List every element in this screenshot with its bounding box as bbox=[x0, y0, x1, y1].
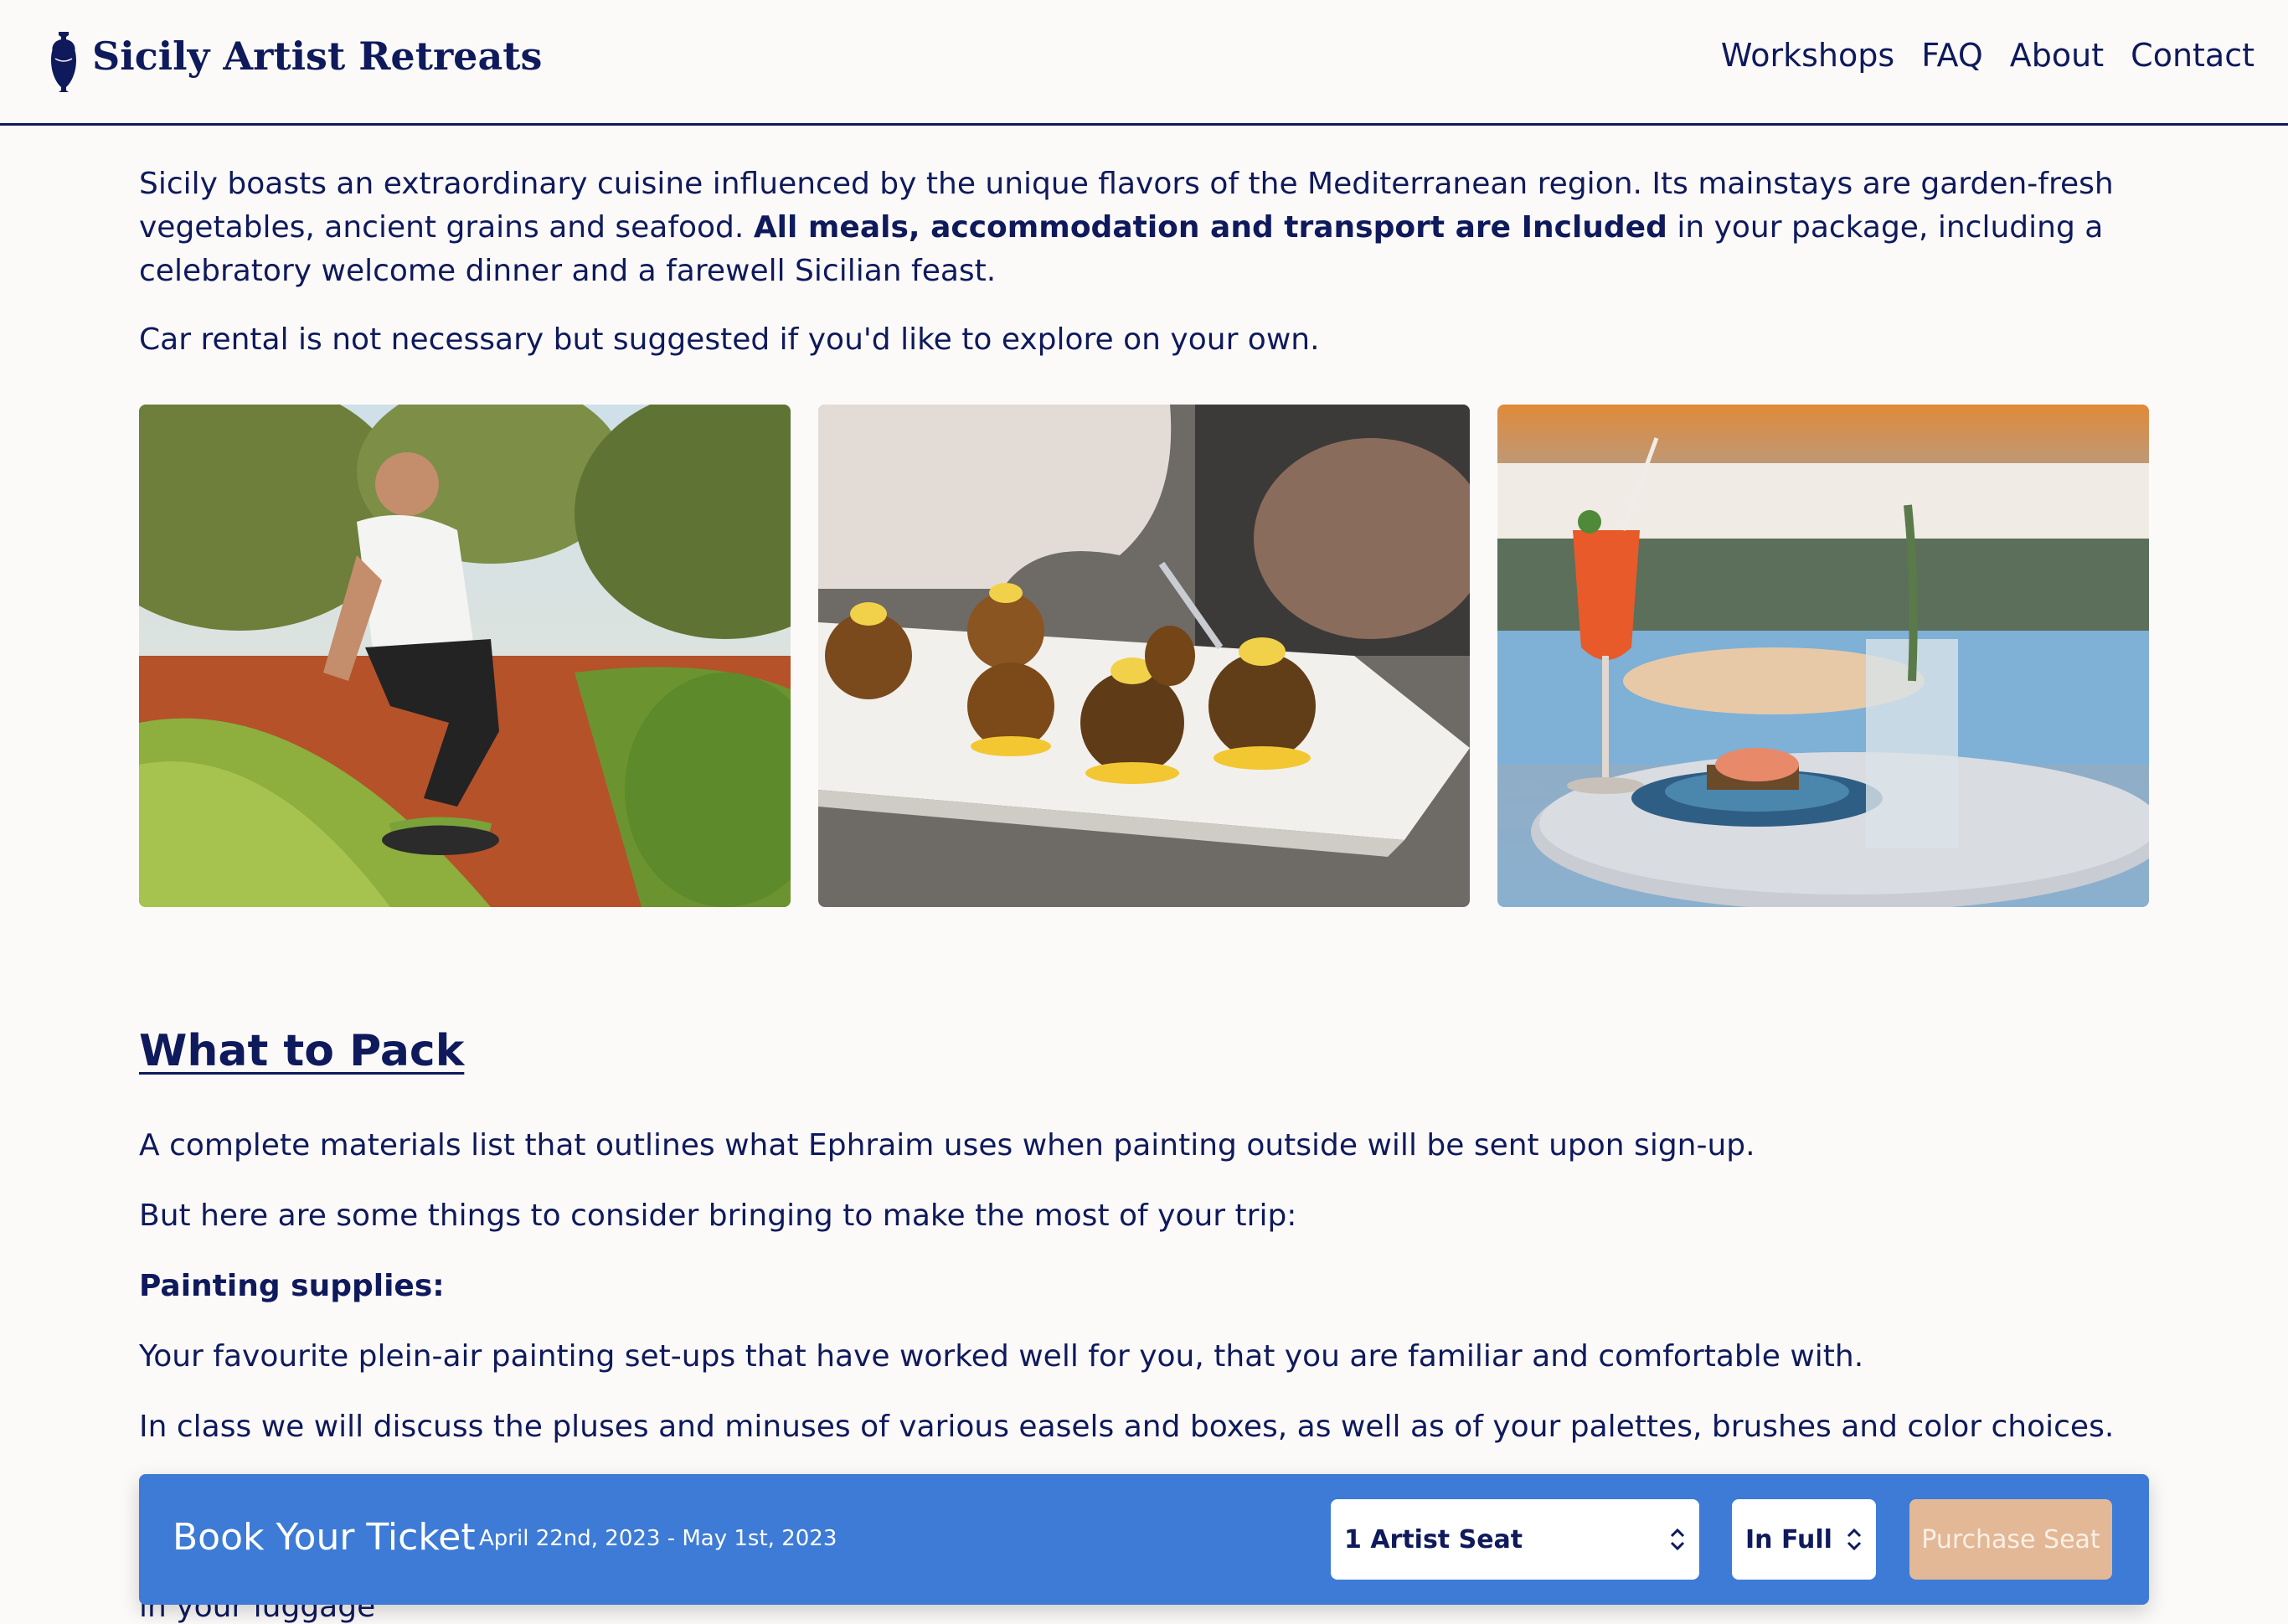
payment-select[interactable]: In Full bbox=[1732, 1499, 1876, 1580]
updown-chevron-icon bbox=[1847, 1528, 1862, 1551]
what-to-pack-heading: What to Pack bbox=[139, 1026, 465, 1076]
supplies-paragraph-1: Your favourite plein-air painting set-up… bbox=[139, 1339, 1864, 1374]
car-rental-paragraph: Car rental is not necessary but suggeste… bbox=[139, 322, 1320, 357]
pack-consider-paragraph: But here are some things to consider bri… bbox=[139, 1199, 1297, 1233]
plated-food-photo bbox=[818, 405, 1470, 907]
booking-bar: Book Your Ticket April 22nd, 2023 - May … bbox=[139, 1474, 2149, 1605]
purchase-seat-button[interactable]: Purchase Seat bbox=[1909, 1499, 2112, 1580]
painting-supplies-heading: Painting supplies: bbox=[139, 1269, 445, 1303]
nav-faq[interactable]: FAQ bbox=[1921, 37, 1983, 74]
pack-intro-paragraph: A complete materials list that outlines … bbox=[139, 1128, 1755, 1163]
supplies-paragraph-2: In class we will discuss the pluses and … bbox=[139, 1410, 2115, 1444]
cuisine-paragraph: Sicily boasts an extraordinary cuisine i… bbox=[139, 162, 2166, 293]
amphora-icon bbox=[51, 32, 76, 92]
seat-select-value: 1 Artist Seat bbox=[1344, 1524, 1523, 1554]
nav-contact[interactable]: Contact bbox=[2131, 37, 2255, 74]
photo-gallery bbox=[139, 405, 2149, 907]
booking-dates: April 22nd, 2023 - May 1st, 2023 bbox=[479, 1526, 837, 1551]
logo[interactable] bbox=[49, 30, 79, 94]
payment-select-value: In Full bbox=[1745, 1524, 1832, 1554]
cocktail-poolside-photo bbox=[1497, 405, 2149, 907]
main-nav: Workshops FAQ About Contact bbox=[1721, 37, 2255, 74]
seat-select[interactable]: 1 Artist Seat bbox=[1331, 1499, 1699, 1580]
updown-chevron-icon bbox=[1670, 1528, 1685, 1551]
chef-garden-photo bbox=[139, 405, 791, 907]
brand-name[interactable]: Sicily Artist Retreats bbox=[92, 34, 542, 79]
booking-title: Book Your Ticket bbox=[173, 1516, 476, 1559]
site-header: Sicily Artist Retreats Workshops FAQ Abo… bbox=[0, 0, 2288, 126]
included-emphasis: All meals, accommodation and transport a… bbox=[753, 210, 1667, 245]
nav-workshops[interactable]: Workshops bbox=[1721, 37, 1894, 74]
nav-about[interactable]: About bbox=[2010, 37, 2104, 74]
